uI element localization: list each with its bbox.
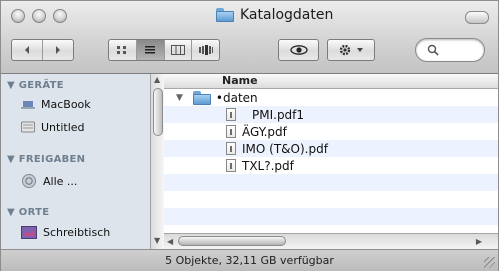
file-list: Name ▼ •daten PMI.pdf1 ÄGY.pdf IMO (T&O)… xyxy=(164,74,498,249)
list-view-icon xyxy=(145,46,156,54)
gear-icon xyxy=(339,44,351,56)
back-forward-control[interactable] xyxy=(11,39,74,61)
chevron-right-icon xyxy=(56,46,60,54)
sidebar-header-shared: ▼ FREIGABEN xyxy=(7,154,86,165)
pdf-file-icon xyxy=(226,159,236,172)
list-item-file[interactable]: TXL?.pdf xyxy=(164,157,498,174)
sidebar-header-devices: ▼ GERÄTE xyxy=(7,80,64,91)
icon-view-icon xyxy=(117,46,127,54)
window-title: Katalogdaten xyxy=(216,7,333,23)
coverflow-view-icon xyxy=(198,45,213,55)
status-bar: 5 Objekte, 32,11 GB verfügbar xyxy=(1,249,498,271)
sidebar-item-desktop[interactable]: Schreibtisch xyxy=(21,226,110,239)
desktop-icon xyxy=(21,226,37,239)
horizontal-scroll-thumb[interactable] xyxy=(178,236,286,246)
close-button[interactable] xyxy=(11,9,25,23)
pdf-file-icon xyxy=(226,108,236,121)
eye-icon xyxy=(289,45,308,55)
search-icon xyxy=(427,44,439,56)
sidebar-scrollbar[interactable]: ▲ ▼ xyxy=(150,74,164,249)
scroll-left-arrow-icon[interactable]: ◀ xyxy=(167,237,173,246)
list-view-button[interactable] xyxy=(136,40,165,60)
sidebar-scroll-thumb[interactable] xyxy=(153,88,163,136)
list-empty-row xyxy=(164,191,498,208)
minimize-button[interactable] xyxy=(32,9,46,23)
list-empty-row xyxy=(164,208,498,225)
folder-icon xyxy=(192,90,211,105)
sidebar-item-macbook[interactable]: MacBook xyxy=(21,98,91,111)
disk-icon xyxy=(21,121,35,133)
coverflow-view-button[interactable] xyxy=(192,40,219,60)
view-switcher[interactable] xyxy=(108,39,220,61)
column-header-name[interactable]: Name xyxy=(164,74,498,89)
network-icon xyxy=(22,174,36,188)
column-view-icon xyxy=(170,45,185,55)
action-menu-button[interactable] xyxy=(327,39,375,61)
search-input[interactable] xyxy=(415,38,485,62)
toolbar-toggle-button[interactable] xyxy=(465,11,489,24)
sidebar-item-untitled[interactable]: Untitled xyxy=(21,120,85,134)
scroll-right-arrow-icon[interactable]: ▶ xyxy=(476,237,482,246)
list-item-file[interactable]: IMO (T&O).pdf xyxy=(164,140,498,157)
scroll-down-arrow-icon[interactable]: ▼ xyxy=(154,236,160,245)
column-view-button[interactable] xyxy=(165,40,193,60)
chevron-left-icon xyxy=(25,46,29,54)
scroll-up-arrow-icon[interactable]: ▲ xyxy=(154,75,160,84)
disclosure-triangle-icon[interactable]: ▼ xyxy=(176,93,183,103)
folder-icon xyxy=(216,8,234,22)
sidebar: ▼ GERÄTE MacBook Untitled ▼ FREIGABEN Al… xyxy=(1,74,151,249)
laptop-icon xyxy=(21,100,35,109)
horizontal-scrollbar[interactable]: ◀ ▶ xyxy=(164,233,498,249)
quick-look-button[interactable] xyxy=(278,39,319,61)
sidebar-header-places: ▼ ORTE xyxy=(7,207,50,218)
title-bar: Katalogdaten xyxy=(1,1,498,74)
list-item-file[interactable]: ÄGY.pdf xyxy=(164,123,498,140)
zoom-button[interactable] xyxy=(53,9,67,23)
list-item-file[interactable]: PMI.pdf1 xyxy=(164,106,498,123)
pdf-file-icon xyxy=(226,142,236,155)
forward-button[interactable] xyxy=(43,40,73,60)
back-button[interactable] xyxy=(12,40,43,60)
list-empty-row xyxy=(164,174,498,191)
list-item-folder[interactable]: ▼ •daten xyxy=(164,89,498,106)
resize-grip-icon[interactable] xyxy=(484,257,495,268)
sidebar-item-all[interactable]: Alle ... xyxy=(21,173,77,189)
icon-view-button[interactable] xyxy=(109,40,137,60)
chevron-down-icon xyxy=(357,48,363,52)
pdf-file-icon xyxy=(226,125,236,138)
finder-window: Katalogdaten ▼ GERÄTE MacBook Untitled ▼… xyxy=(0,0,499,271)
